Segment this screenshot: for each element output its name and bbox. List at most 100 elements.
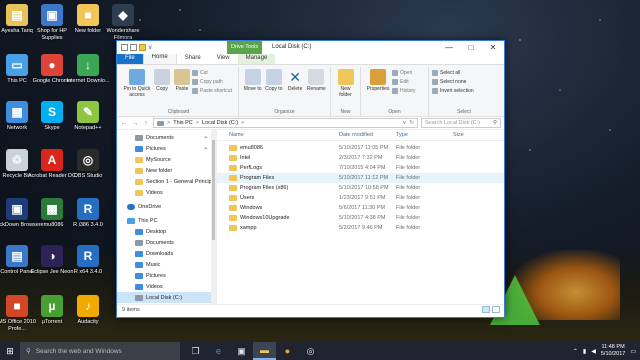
- nav-item-documents[interactable]: Documents: [117, 237, 216, 248]
- nav-item-section-1-general-principle[interactable]: Section 1 - General Principle: [117, 176, 216, 187]
- edge-icon[interactable]: e: [207, 342, 230, 360]
- file-type: File folder: [396, 225, 421, 231]
- file-type: File folder: [396, 185, 421, 191]
- clock[interactable]: 11:48 PM 5/10/2017: [601, 344, 625, 358]
- paste-shortcut-button[interactable]: Paste shortcut: [192, 88, 232, 94]
- eclipse-jee-neon-icon: ◑: [41, 245, 63, 267]
- file-row-users[interactable]: Users 1/23/2017 9:51 PM File folder: [217, 193, 504, 203]
- breadcrumb-local-disk[interactable]: Local Disk (C:): [202, 120, 238, 126]
- obs-icon[interactable]: ◎: [299, 342, 322, 360]
- tray-chevron-icon[interactable]: ⌃: [573, 348, 578, 355]
- file-name: PerfLogs: [240, 165, 263, 171]
- nav-item-downloads[interactable]: Downloads: [117, 248, 216, 259]
- minimize-button[interactable]: —: [438, 41, 460, 54]
- nav-item-desktop[interactable]: Desktop: [117, 226, 216, 237]
- file-row-program-files[interactable]: Program Files 5/10/2017 11:12 PM File fold…: [217, 173, 504, 183]
- search-box[interactable]: Search Local Disk (C:) ⚲: [421, 118, 501, 128]
- file-name-cell: Program Files (x86): [217, 185, 339, 191]
- desktop-icon-r-i386-3-4-0[interactable]: R R i386 3.4.0: [63, 198, 113, 229]
- store-icon[interactable]: ▣: [230, 342, 253, 360]
- cut-label: Cut: [200, 70, 208, 76]
- taskbar-search[interactable]: ⚲ Search the web and Windows: [20, 342, 180, 360]
- nav-item-onedrive[interactable]: OneDrive: [117, 201, 216, 212]
- torrent-icon: µ: [41, 295, 63, 317]
- file-explorer-icon[interactable]: ▬: [253, 342, 276, 360]
- invert-selection-button[interactable]: Invert selection: [432, 88, 474, 94]
- edit-button[interactable]: Edit: [392, 79, 416, 85]
- edit-icon: [392, 79, 398, 85]
- file-row-perflogs[interactable]: PerfLogs 7/10/2015 4:04 PM File folder: [217, 163, 504, 173]
- breadcrumb-this-pc[interactable]: This PC: [173, 120, 193, 126]
- address-dropdown-icon[interactable]: ∨: [402, 120, 406, 126]
- file-list: Name Date modified Type Size emu8086 5/10…: [217, 130, 504, 304]
- column-date-modified[interactable]: Date modified: [339, 132, 396, 138]
- file-type: File folder: [396, 165, 421, 171]
- file-row-program-files-x86[interactable]: Program Files (x86) 5/10/2017 10:58 PM Fil…: [217, 183, 504, 193]
- file-row-emu8086[interactable]: emu8086 5/10/2017 11:05 PM File folder: [217, 143, 504, 153]
- file-row-xampp[interactable]: xampp 5/2/2017 9:46 PM File folder: [217, 223, 504, 233]
- history-button[interactable]: History: [392, 88, 416, 94]
- select-all-button[interactable]: Select all: [432, 70, 474, 76]
- nav-item-videos[interactable]: Videos: [117, 187, 216, 198]
- file-date: 5/10/2017 11:12 PM: [339, 175, 389, 181]
- maximize-button[interactable]: □: [460, 41, 482, 54]
- nav-item-pictures[interactable]: Pictures ✦: [117, 143, 216, 154]
- nav-item-new-folder[interactable]: New folder: [117, 165, 216, 176]
- chrome-icon[interactable]: ●: [276, 342, 299, 360]
- tab-share[interactable]: Share: [177, 53, 209, 64]
- desktop-icon-obs-studio[interactable]: ◎ OBS Studio: [63, 149, 113, 180]
- nav-item-mysource[interactable]: MySource: [117, 154, 216, 165]
- file-row-windows10upgrade[interactable]: Windows10Upgrade 5/10/2017 4:38 PM File fo…: [217, 213, 504, 223]
- file-date: 5/10/2017 10:58 PM: [339, 185, 389, 191]
- forward-arrow-icon[interactable]: →: [131, 120, 139, 127]
- tab-manage[interactable]: Manage: [237, 53, 276, 64]
- open-button[interactable]: Open: [392, 70, 416, 76]
- back-arrow-icon[interactable]: ←: [120, 120, 128, 127]
- file-row-windows[interactable]: Windows 5/6/2017 11:30 PM File folder: [217, 203, 504, 213]
- explorer-body: Documents ✦ Pictures ✦ MySource New folder Sec…: [117, 130, 504, 304]
- copy-path-button[interactable]: Copy path: [192, 79, 232, 85]
- tab-file[interactable]: File: [117, 53, 143, 64]
- desktop-icon-notepad[interactable]: ✎ Notepad++: [63, 101, 113, 132]
- desktop-icon-wondershare-filmora[interactable]: ◆ Wondershare Filmora: [98, 4, 148, 41]
- column-type[interactable]: Type: [396, 132, 453, 138]
- nav-item-videos[interactable]: Videos: [117, 281, 216, 292]
- nav-item-local-disk-c[interactable]: Local Disk (C:): [117, 292, 216, 303]
- task-view-icon[interactable]: ❐: [184, 342, 207, 360]
- folder-icon[interactable]: [121, 44, 128, 51]
- action-center-icon[interactable]: ▭: [630, 348, 636, 355]
- tab-view[interactable]: View: [209, 53, 238, 64]
- desktop-icon-internet-downlo[interactable]: ↓ Internet Downlo...: [63, 54, 113, 85]
- up-arrow-icon[interactable]: ↑: [142, 120, 150, 127]
- details-view-icon[interactable]: [482, 306, 490, 313]
- file-row-intel[interactable]: Intel 2/3/2017 7:32 PM File folder: [217, 153, 504, 163]
- nav-item-this-pc[interactable]: This PC: [117, 215, 216, 226]
- large-icons-view-icon[interactable]: [492, 306, 500, 313]
- navigation-scrollbar[interactable]: [211, 130, 216, 304]
- nav-item-pictures[interactable]: Pictures: [117, 270, 216, 281]
- nav-item-music[interactable]: Music: [117, 259, 216, 270]
- cut-button[interactable]: Cut: [192, 70, 232, 76]
- desktop-icon-r-x64-3-4-0[interactable]: R R x64 3.4.0: [63, 245, 113, 276]
- refresh-icon[interactable]: ↻: [409, 120, 414, 126]
- customize-toolbar-chevron-icon[interactable]: ∨: [148, 44, 152, 51]
- desktop-icon-audacity[interactable]: ♪ Audacity: [63, 295, 113, 326]
- google-chrome-icon: ●: [41, 54, 63, 76]
- address-bar[interactable]: > This PC > Local Disk (C:) > ∨ ↻: [153, 118, 418, 128]
- blue-icon: [135, 261, 143, 268]
- properties-icon[interactable]: [130, 44, 137, 51]
- column-name[interactable]: Name: [217, 132, 339, 138]
- select-none-button[interactable]: Select none: [432, 79, 474, 85]
- scrollbar-thumb[interactable]: [212, 140, 215, 240]
- organize-group: Move to Copy to ✕ Delete Rename Organize: [239, 67, 331, 116]
- volume-icon[interactable]: ◀: [591, 348, 596, 355]
- new-folder-icon[interactable]: [139, 44, 146, 51]
- nav-item-documents[interactable]: Documents ✦: [117, 132, 216, 143]
- nav-item-label: OneDrive: [138, 203, 162, 210]
- close-button[interactable]: ✕: [482, 41, 504, 54]
- start-windows-icon[interactable]: ⊞: [0, 342, 20, 360]
- paste-label: Paste: [175, 86, 189, 92]
- column-size[interactable]: Size: [453, 132, 483, 138]
- desktop-icon-label: Audacity: [77, 319, 99, 325]
- network-icon[interactable]: ▮: [583, 348, 586, 355]
